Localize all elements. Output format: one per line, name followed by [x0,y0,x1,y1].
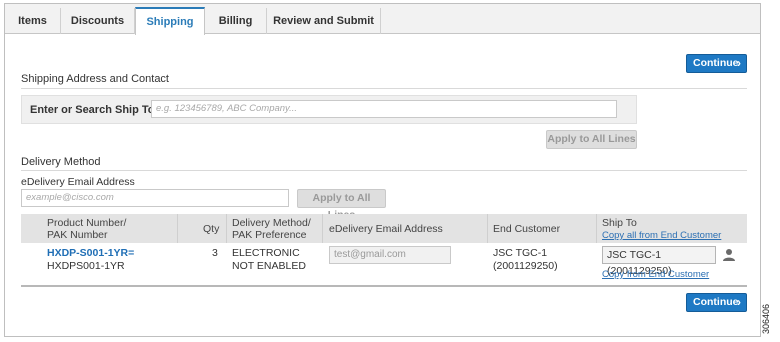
column-divider [226,214,227,243]
table-header: Product Number/ PAK Number Qty Delivery … [21,214,747,243]
divider [21,170,747,171]
tab-review-and-submit[interactable]: Review and Submit [267,8,381,34]
edelivery-email-input[interactable]: example@cisco.com [21,189,289,207]
header-ship-to: Ship To [602,217,637,229]
continue-label: Continue [693,57,739,69]
figure-id: 306406 [761,300,777,340]
delivery-section-title: Delivery Method [21,156,101,168]
column-divider [596,214,597,243]
person-icon[interactable] [722,248,736,262]
figure-id-text: 306406 [761,303,772,335]
continue-label: Continue [693,296,739,308]
tab-billing[interactable]: Billing [205,8,267,34]
column-divider [177,214,178,243]
column-divider [487,214,488,243]
header-product-number: Product Number/ [47,217,127,229]
ship-to-search-panel: Enter or Search Ship To e.g. 123456789, … [21,95,637,124]
pak-number: HXDPS001-1YR [47,260,125,272]
copy-from-end-customer-link[interactable]: Copy from End Customer [602,269,709,280]
shipping-section-title: Shipping Address and Contact [21,73,169,85]
header-delivery-method: Delivery Method/ [232,217,311,229]
tab-items[interactable]: Items [5,8,61,34]
line-items-table: Product Number/ PAK Number Qty Delivery … [21,214,747,288]
chevron-right-icon: › [737,56,741,70]
header-pak-number: PAK Number [47,229,108,241]
ship-to-search-input[interactable]: e.g. 123456789, ABC Company... [151,100,617,118]
row-edelivery-email-input[interactable]: test@gmail.com [329,246,451,264]
delivery-method: ELECTRONIC [232,247,300,259]
pak-preference: NOT ENABLED [232,260,306,272]
product-number[interactable]: HXDP-S001-1YR= [47,247,134,259]
tab-bar: Items Discounts Shipping Billing Review … [5,4,760,35]
header-qty: Qty [203,223,220,235]
copy-all-from-end-customer-link[interactable]: Copy all from End Customer [602,230,721,241]
end-customer-name: JSC TGC-1 [493,247,548,259]
chevron-right-icon: › [737,295,741,309]
checkout-panel: Items Discounts Shipping Billing Review … [4,3,761,337]
edelivery-email-label: eDelivery Email Address [21,176,135,188]
ship-to-select[interactable]: JSC TGC-1 (2001129250) [602,246,716,277]
continue-button-bottom[interactable]: Continue › [686,293,747,312]
tab-discounts[interactable]: Discounts [61,8,135,34]
apply-to-all-lines-button-delivery[interactable]: Apply to All Lines [297,189,386,221]
header-pak-preference: PAK Preference [232,229,307,241]
ship-to-search-label: Enter or Search Ship To [30,104,155,116]
header-edelivery-email: eDelivery Email Address [329,223,443,235]
divider [21,88,747,89]
qty-value: 3 [212,247,218,259]
tab-shipping[interactable]: Shipping [135,7,205,35]
continue-button-top[interactable]: Continue › [686,54,747,73]
column-divider [322,214,323,243]
end-customer-id: (2001129250) [493,260,558,272]
table-bottom-border [21,285,747,287]
header-end-customer: End Customer [493,223,561,235]
apply-to-all-lines-button-shipping[interactable]: Apply to All Lines [546,130,637,149]
